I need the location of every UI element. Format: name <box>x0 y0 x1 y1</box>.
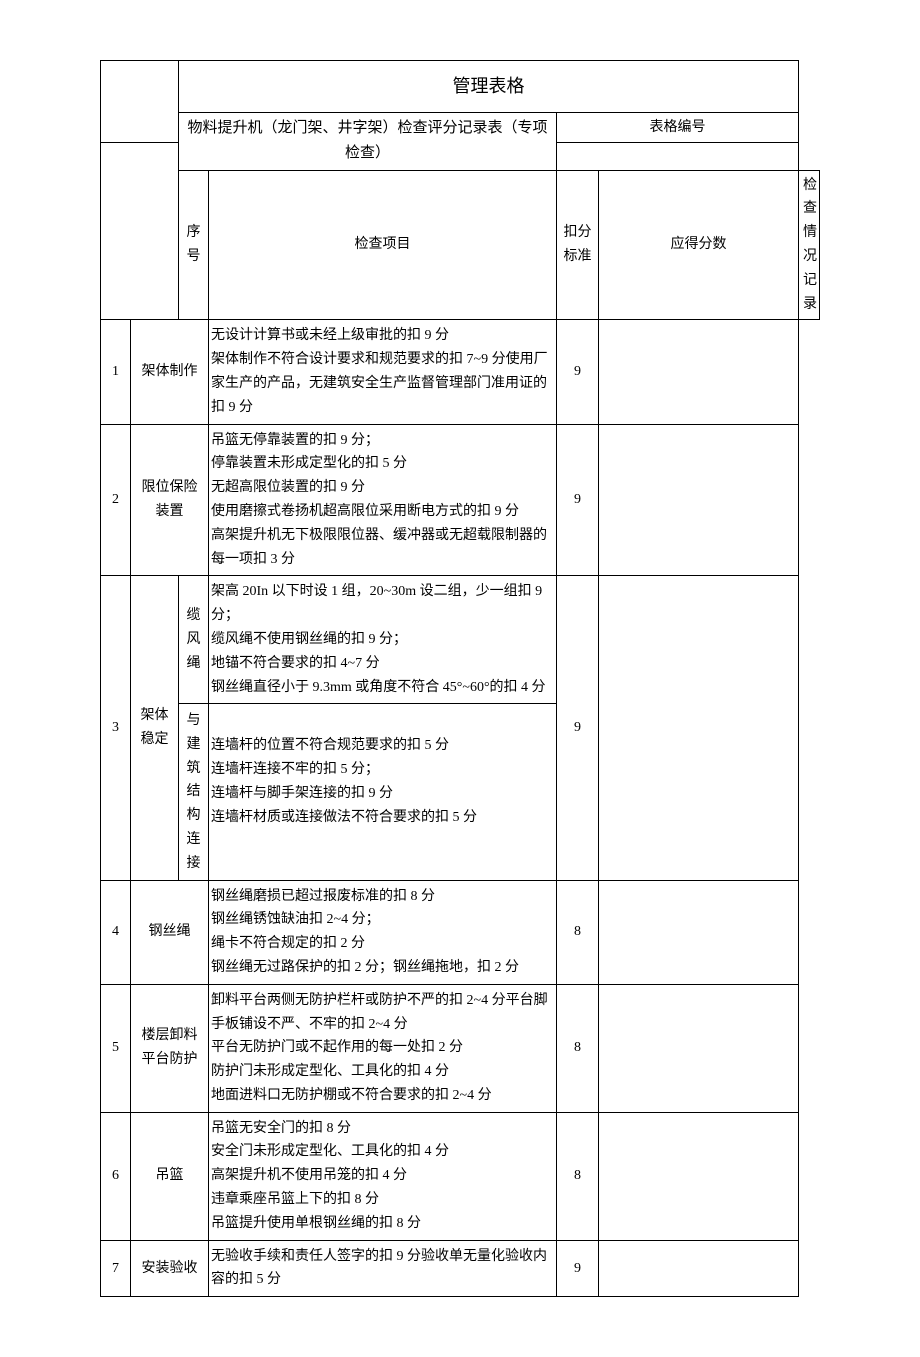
row-criteria: 卸料平台两侧无防护栏杆或防护不严的扣 2~4 分平台脚手板铺设不严、不牢的扣 2… <box>209 984 557 1112</box>
form-number-label: 表格编号 <box>557 112 799 143</box>
row-seq: 2 <box>101 424 131 576</box>
sub-item-cable: 缆风绳 <box>179 576 209 704</box>
row-item: 架体稳定 <box>131 576 179 880</box>
row-score: 9 <box>557 576 599 880</box>
row-seq: 3 <box>101 576 131 880</box>
sub-item-connect: 与建筑结构连接 <box>179 704 209 880</box>
row-notes <box>599 880 799 984</box>
row-seq: 4 <box>101 880 131 984</box>
row-seq: 6 <box>101 1112 131 1240</box>
row-score: 9 <box>557 320 599 424</box>
row-criteria: 架高 20In 以下时设 1 组，20~30m 设二组，少一组扣 9 分；缆风绳… <box>209 576 557 704</box>
row-criteria: 吊篮无停靠装置的扣 9 分；停靠装置未形成定型化的扣 5 分无超高限位装置的扣 … <box>209 424 557 576</box>
row-score: 9 <box>557 1240 599 1297</box>
row-score: 8 <box>557 1112 599 1240</box>
row-criteria: 无验收手续和责任人签字的扣 9 分验收单无量化验收内容的扣 5 分 <box>209 1240 557 1297</box>
row-item: 安装验收 <box>131 1240 209 1297</box>
form-subtitle: 物料提升机（龙门架、井字架）检查评分记录表（专项检查） <box>179 112 557 170</box>
header-seq: 序号 <box>179 170 209 320</box>
row-notes <box>599 576 799 880</box>
row-criteria: 无设计计算书或未经上级审批的扣 9 分架体制作不符合设计要求和规范要求的扣 7~… <box>209 320 557 424</box>
header-item: 检查项目 <box>209 170 557 320</box>
form-title: 管理表格 <box>179 61 799 113</box>
row-item: 限位保险装置 <box>131 424 209 576</box>
inspection-table: 管理表格 物料提升机（龙门架、井字架）检查评分记录表（专项检查） 表格编号 序号… <box>100 60 820 1297</box>
row-seq: 5 <box>101 984 131 1112</box>
row-score: 8 <box>557 880 599 984</box>
row-notes <box>599 1112 799 1240</box>
row-item: 楼层卸料平台防护 <box>131 984 209 1112</box>
row-notes <box>599 424 799 576</box>
row-item: 吊篮 <box>131 1112 209 1240</box>
row-item: 钢丝绳 <box>131 880 209 984</box>
row-notes <box>599 984 799 1112</box>
row-seq: 7 <box>101 1240 131 1297</box>
row-criteria: 吊篮无安全门的扣 8 分安全门未形成定型化、工具化的扣 4 分高架提升机不使用吊… <box>209 1112 557 1240</box>
header-criteria: 扣分标准 <box>557 170 599 320</box>
row-criteria: 钢丝绳磨损已超过报废标准的扣 8 分钢丝绳锈蚀缺油扣 2~4 分；绳卡不符合规定… <box>209 880 557 984</box>
header-notes: 检查情况记录 <box>799 170 820 320</box>
row-criteria: 连墙杆的位置不符合规范要求的扣 5 分连墙杆连接不牢的扣 5 分；连墙杆与脚手架… <box>209 704 557 880</box>
form-number-value <box>557 143 799 170</box>
header-score: 应得分数 <box>599 170 799 320</box>
row-notes <box>599 320 799 424</box>
row-seq: 1 <box>101 320 131 424</box>
row-score: 9 <box>557 424 599 576</box>
row-score: 8 <box>557 984 599 1112</box>
row-item: 架体制作 <box>131 320 209 424</box>
row-notes <box>599 1240 799 1297</box>
